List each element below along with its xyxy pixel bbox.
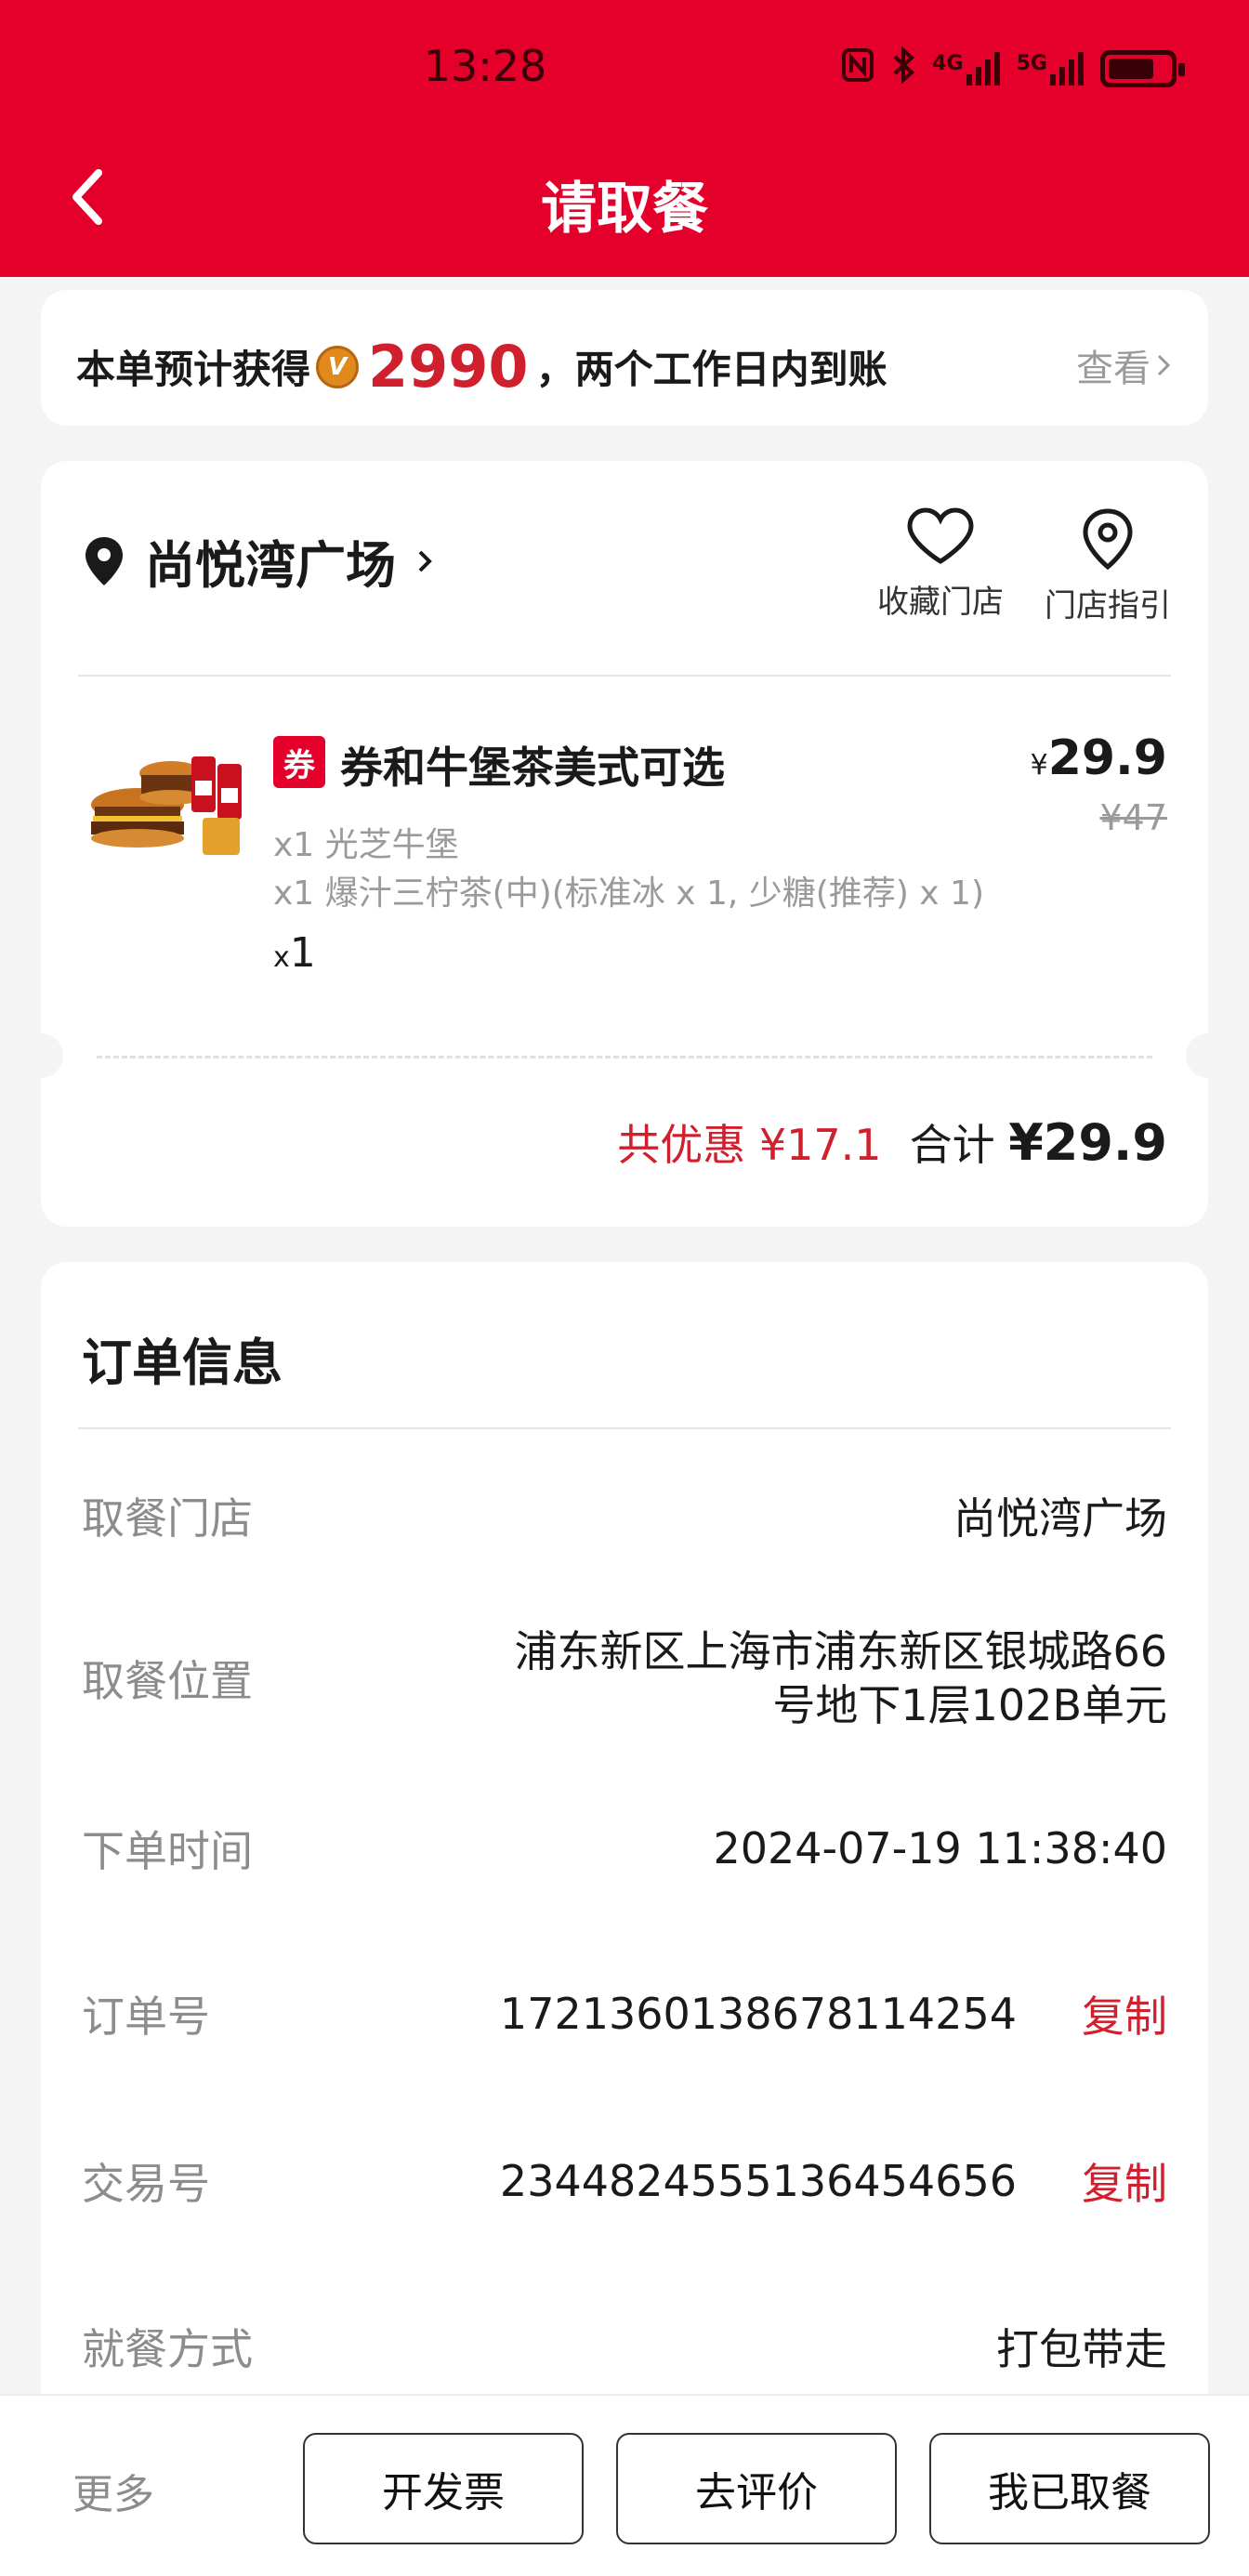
picked-up-button[interactable]: 我已取餐	[929, 2433, 1210, 2544]
total-amount: ¥29.9	[1008, 1113, 1167, 1172]
ticket-notch	[1186, 1033, 1230, 1078]
nfc-icon	[841, 47, 874, 90]
original-price: ¥47	[1099, 797, 1167, 838]
signal-4g-icon: 4G	[932, 52, 1000, 85]
info-row-order-number: 订单号 1721360138678114254 复制	[82, 1983, 1167, 2044]
favorite-store-button[interactable]: 收藏门店	[877, 507, 1004, 625]
review-button[interactable]: 去评价	[616, 2433, 897, 2544]
more-button[interactable]: 更多	[72, 2461, 154, 2520]
app-header: 13:28 4G 5G 请取餐	[0, 0, 1249, 277]
info-row-store: 取餐门店 尚悦湾广场	[82, 1485, 1167, 1546]
location-pin-icon	[85, 536, 123, 585]
ticket-notch	[19, 1033, 63, 1078]
product-price: ¥29.9	[1030, 730, 1167, 786]
product-detail: x1 爆汁三柠茶(中)(标准冰 x 1, 少糖(推荐) x 1)	[273, 874, 985, 913]
order-info-card: 订单信息 取餐门店 尚悦湾广场 取餐位置 浦东新区上海市浦东新区银城路66 号地…	[41, 1262, 1208, 2489]
section-title: 订单信息	[82, 1334, 283, 1392]
map-pin-icon	[1083, 508, 1133, 571]
store-actions: 收藏门店 门店指引	[877, 507, 1171, 625]
points-card: 本单预计获得 V 2990 ，两个工作日内到账 查看	[41, 290, 1208, 426]
info-value: 浦东新区上海市浦东新区银城路66 号地下1层102B单元	[514, 1626, 1167, 1730]
discount-amount: 共优惠 ¥17.1	[617, 1120, 882, 1170]
view-points-link[interactable]: 查看	[1076, 338, 1171, 392]
guide-label: 门店指引	[1045, 587, 1171, 624]
chevron-right-icon	[418, 550, 432, 572]
info-value: 2024-07-19 11:38:40	[713, 1823, 1167, 1873]
product-name: 券和牛堡茶美式可选	[340, 743, 725, 793]
info-value: 1721360138678114254 复制	[500, 1983, 1167, 2044]
coupon-tag: 券	[273, 736, 325, 788]
order-card: 尚悦湾广场 收藏门店 门店指引 券 券和牛堡茶美式可选 x1 光芝牛堡 x1 爆…	[19, 461, 1230, 1227]
product-image	[82, 730, 247, 870]
info-label: 下单时间	[82, 1826, 253, 1876]
info-label: 就餐方式	[82, 2324, 253, 2374]
info-value: 打包带走	[996, 2324, 1167, 2374]
info-row-order-time: 下单时间 2024-07-19 11:38:40	[82, 1818, 1167, 1879]
bottom-action-bar: 更多 开发票 去评价 我已取餐	[0, 2394, 1249, 2576]
invoice-button[interactable]: 开发票	[303, 2433, 584, 2544]
info-row-dining-method: 就餐方式 打包带走	[82, 2316, 1167, 2377]
chevron-right-icon	[1157, 354, 1171, 376]
signal-5g-icon: 5G	[1017, 52, 1084, 85]
store-guide-button[interactable]: 门店指引	[1045, 507, 1171, 625]
info-value: 尚悦湾广场	[953, 1493, 1167, 1544]
favorite-label: 收藏门店	[877, 584, 1004, 621]
total-label: 合计 ¥29.9	[909, 1113, 1167, 1172]
view-label: 查看	[1076, 348, 1150, 390]
points-text: 本单预计获得 V 2990 ，两个工作日内到账	[76, 333, 887, 401]
bluetooth-icon	[891, 46, 915, 91]
heart-icon	[907, 507, 974, 564]
info-label: 取餐门店	[82, 1493, 253, 1544]
total-row: 共优惠 ¥17.1 合计 ¥29.9	[617, 1111, 1167, 1173]
store-link[interactable]: 尚悦湾广场	[84, 524, 435, 598]
points-suffix: ，两个工作日内到账	[535, 347, 887, 392]
info-row-location: 取餐位置 浦东新区上海市浦东新区银城路66 号地下1层102B单元	[82, 1624, 1167, 1732]
page-title: 请取餐	[541, 177, 708, 242]
divider	[78, 1427, 1171, 1429]
points-prefix: 本单预计获得	[76, 347, 311, 392]
info-row-transaction-number: 交易号 2344824555136454656 复制	[82, 2150, 1167, 2212]
order-number: 1721360138678114254	[499, 1989, 1017, 2039]
info-value: 2344824555136454656 复制	[500, 2150, 1167, 2212]
divider	[78, 675, 1171, 677]
v-coin-icon: V	[316, 345, 360, 388]
info-label: 取餐位置	[82, 1656, 253, 1706]
points-amount: 2990	[368, 333, 529, 401]
product-quantity: x1	[273, 929, 316, 977]
status-time: 13:28	[423, 41, 547, 91]
info-label: 订单号	[82, 1991, 210, 2042]
copy-order-number-button[interactable]: 复制	[1082, 1983, 1167, 2044]
transaction-number: 2344824555136454656	[499, 2156, 1017, 2206]
status-icons: 4G 5G	[841, 46, 1185, 91]
copy-transaction-number-button[interactable]: 复制	[1082, 2150, 1167, 2212]
store-name: 尚悦湾广场	[145, 536, 396, 595]
product-detail: x1 光芝牛堡	[273, 826, 459, 864]
battery-icon	[1100, 50, 1185, 87]
info-label: 交易号	[82, 2159, 210, 2209]
dashed-divider	[97, 1056, 1152, 1058]
